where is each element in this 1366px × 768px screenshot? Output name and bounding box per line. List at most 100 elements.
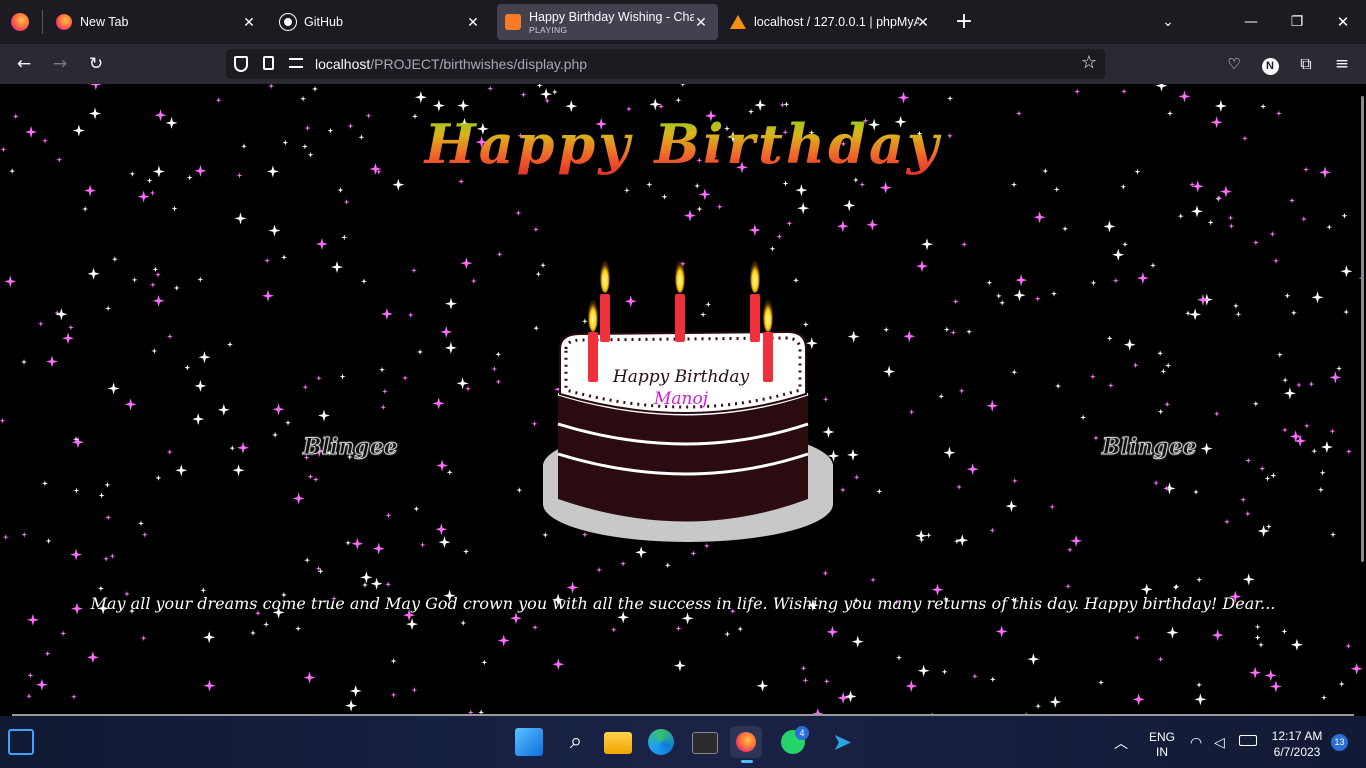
tab-label: GitHub [304,15,343,29]
forward-arrow-icon[interactable]: → [48,52,72,76]
sparkle [45,355,58,368]
back-arrow-icon[interactable]: ← [12,52,36,76]
tab-github[interactable]: GitHub ✕ [270,4,490,40]
volume-icon[interactable]: ◁ [1214,734,1225,751]
minimize-icon[interactable]: — [1239,10,1263,34]
account-avatar[interactable]: N [1258,52,1282,76]
clock[interactable]: 12:17 AM 6/7/2023 [1266,728,1328,760]
reload-icon[interactable]: ↻ [84,52,108,76]
sparkle [89,84,102,91]
sparkle [1107,382,1114,389]
pocket-icon[interactable]: ♡ [1222,52,1246,76]
sparkle [392,178,405,191]
shield-icon[interactable] [234,56,248,72]
show-hidden-icons-chevron[interactable]: ︿ [1114,733,1128,753]
sparkle [1034,295,1041,302]
sparkle [1272,257,1279,264]
permissions-icon[interactable] [289,58,303,68]
sparkle [551,88,558,95]
sparkle [1035,703,1042,710]
sparkle [947,95,954,102]
bookmark-star-icon[interactable]: ☆ [1081,52,1097,73]
sparkle [515,209,522,216]
sparkle [1249,666,1262,679]
page-icon[interactable] [263,56,274,70]
close-icon[interactable]: ✕ [464,13,482,31]
list-all-tabs-chevron-icon[interactable]: ⌄ [1156,10,1180,34]
sparkle [1080,414,1087,421]
sparkle [1270,472,1277,479]
file-explorer-icon[interactable] [604,732,632,754]
url-text[interactable]: localhost/PROJECT/birthwishes/display.ph… [315,56,587,72]
tab-new-tab[interactable]: New Tab ✕ [46,4,266,40]
sparkle [1191,180,1204,193]
telegram-icon[interactable]: ➤ [826,726,858,758]
sparkle [776,233,783,240]
sparkle [339,373,346,380]
sparkle [1194,693,1207,706]
sparkle [304,557,311,564]
sparkle [999,299,1006,306]
clock-time: 12:17 AM [1271,729,1323,743]
sparkle [435,523,448,536]
terminal-icon[interactable] [692,732,718,754]
sparkle [303,671,316,684]
sparkle [839,486,846,493]
sparkle [35,678,48,691]
sparkle [1074,88,1081,95]
sparkle [1015,274,1028,287]
window-close-icon[interactable]: ✕ [1331,10,1355,34]
sparkle [341,234,348,241]
tab-birthday[interactable]: Happy Birthday Wishing - Char PLAYING ✕ [497,4,718,40]
sparkle [724,631,731,638]
tab-phpmyadmin[interactable]: localhost / 127.0.0.1 | phpMyAd ✕ [722,4,940,40]
close-icon[interactable]: ✕ [692,13,710,31]
sparkle [86,651,99,664]
close-icon[interactable]: ✕ [914,13,932,31]
start-windows-icon[interactable] [515,728,543,756]
sparkle [853,474,860,481]
widgets-icon[interactable] [8,729,34,755]
language-indicator[interactable]: ENG IN [1145,730,1179,760]
sparkle [385,512,392,519]
battery-icon[interactable] [1239,735,1257,746]
sparkle [953,538,960,545]
sparkle [111,256,118,263]
firefox-view-icon[interactable] [11,13,29,31]
sparkle [1326,224,1333,231]
new-tab-plus-icon[interactable]: + [952,10,976,34]
sparkle [385,581,392,588]
sparkle [779,101,786,108]
edge-icon[interactable] [648,729,674,755]
sparkle [1281,426,1288,433]
sparkle [21,359,28,366]
search-icon[interactable]: ⌕ [560,726,592,758]
sparkle [1132,693,1145,706]
page-title: Happy Birthday [0,112,1366,176]
whatsapp-icon[interactable]: 4 [781,726,809,754]
sparkle [859,181,866,188]
url-bar[interactable]: localhost/PROJECT/birthwishes/display.ph… [226,49,1105,79]
sparkle [481,659,488,666]
firefox-taskbar-button[interactable] [730,726,762,763]
sparkle [905,680,918,693]
sparkle [300,95,307,102]
close-icon[interactable]: ✕ [240,13,258,31]
tab-label: New Tab [80,15,129,29]
sparkle [1157,350,1164,357]
notification-count-badge[interactable]: 13 [1331,734,1348,751]
page-scrollbar[interactable] [1361,96,1364,562]
sparkle [1281,628,1288,635]
sparkle [140,635,147,642]
sparkle [837,691,850,704]
sparkle [237,441,250,454]
extensions-icon[interactable]: ⧉ [1294,52,1318,76]
sparkle [1276,351,1283,358]
sparkle [27,672,34,679]
menu-hamburger-icon[interactable]: ≡ [1330,52,1354,76]
wifi-icon[interactable]: ◠ [1190,734,1202,751]
sparkle [272,431,279,438]
sparkle [312,476,319,483]
sparkle [1264,475,1271,482]
restore-icon[interactable]: ❐ [1285,10,1309,34]
